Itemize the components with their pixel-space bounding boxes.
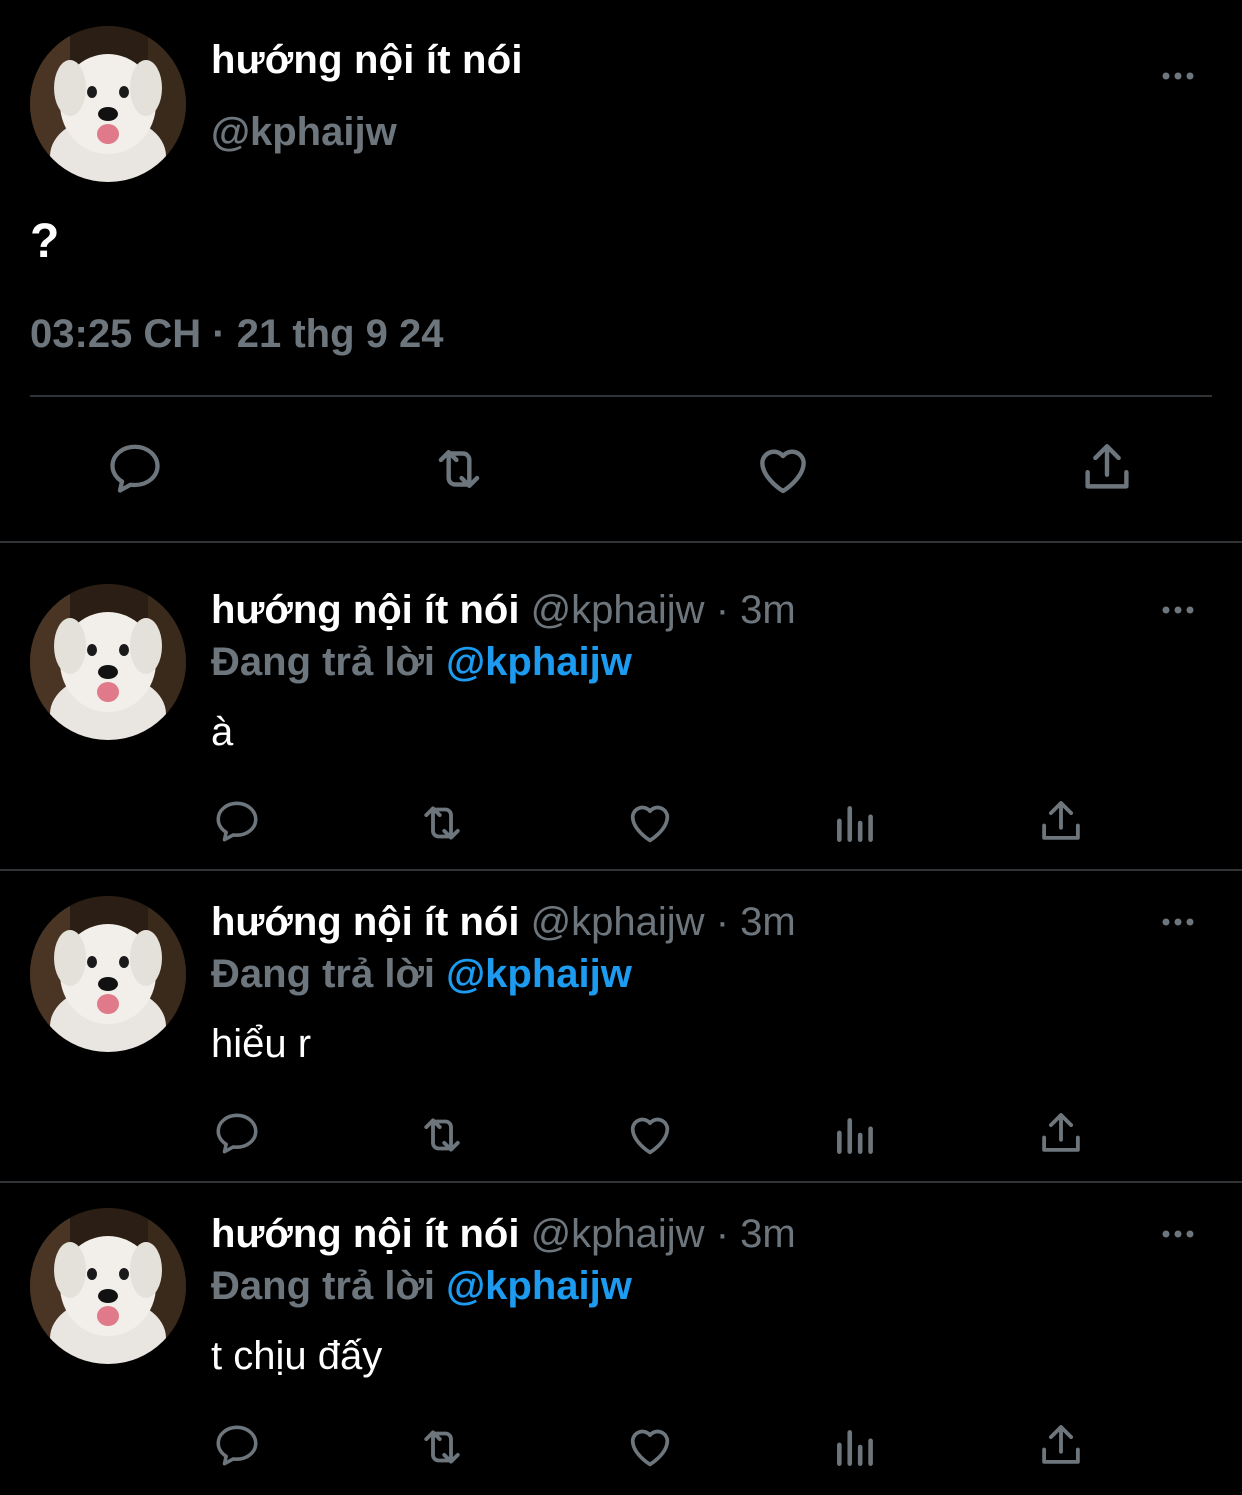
tweet-text: à xyxy=(211,710,234,754)
reply-header: hướng nội ít nói @kphaijw · 3m xyxy=(211,900,796,945)
handle[interactable]: @kphaijw xyxy=(211,110,397,155)
like-icon[interactable] xyxy=(624,1420,676,1472)
reply-icon[interactable] xyxy=(105,438,165,498)
dot-separator: · xyxy=(715,588,730,632)
display-name[interactable]: hướng nội ít nói xyxy=(211,900,519,944)
share-icon[interactable] xyxy=(1034,1106,1088,1160)
reply-header: hướng nội ít nói @kphaijw · 3m xyxy=(211,588,796,633)
share-icon[interactable] xyxy=(1076,436,1138,498)
like-icon[interactable] xyxy=(624,1108,676,1160)
replying-label: Đang trả lời xyxy=(211,1264,436,1308)
dot-separator: · xyxy=(715,900,730,944)
handle[interactable]: @kphaijw xyxy=(531,1212,705,1256)
replying-to: Đang trả lời @kphaijw xyxy=(211,640,632,685)
reply-icon[interactable] xyxy=(212,796,262,846)
mention-link[interactable]: @kphaijw xyxy=(446,640,632,684)
relative-time[interactable]: 3m xyxy=(740,1212,796,1256)
replying-to: Đang trả lời @kphaijw xyxy=(211,952,632,997)
more-options-icon[interactable] xyxy=(1158,1224,1198,1244)
section-divider xyxy=(0,869,1242,871)
retweet-icon[interactable] xyxy=(428,438,490,500)
handle[interactable]: @kphaijw xyxy=(531,900,705,944)
views-icon[interactable] xyxy=(831,798,881,848)
more-options-icon[interactable] xyxy=(1158,912,1198,932)
avatar[interactable] xyxy=(30,1208,186,1364)
retweet-icon[interactable] xyxy=(415,1420,469,1474)
share-icon[interactable] xyxy=(1034,1418,1088,1472)
mention-link[interactable]: @kphaijw xyxy=(446,952,632,996)
reply-icon[interactable] xyxy=(212,1420,262,1470)
display-name[interactable]: hướng nội ít nói xyxy=(211,1212,519,1256)
tweet-text: hiểu r xyxy=(211,1022,312,1066)
relative-time[interactable]: 3m xyxy=(740,588,796,632)
share-icon[interactable] xyxy=(1034,794,1088,848)
views-icon[interactable] xyxy=(831,1110,881,1160)
section-divider xyxy=(0,541,1242,543)
handle[interactable]: @kphaijw xyxy=(531,588,705,632)
retweet-icon[interactable] xyxy=(415,796,469,850)
mention-link[interactable]: @kphaijw xyxy=(446,1264,632,1308)
display-name[interactable]: hướng nội ít nói xyxy=(211,588,519,632)
tweet-text: t chịu đấy xyxy=(211,1334,383,1378)
like-icon[interactable] xyxy=(752,438,814,500)
more-options-icon[interactable] xyxy=(1158,600,1198,620)
divider xyxy=(30,395,1212,397)
retweet-icon[interactable] xyxy=(415,1108,469,1162)
views-icon[interactable] xyxy=(831,1422,881,1472)
replying-label: Đang trả lời xyxy=(211,952,436,996)
tweet-text: ? xyxy=(30,215,60,268)
timestamp[interactable]: 03:25 CH · 21 thg 9 24 xyxy=(30,312,444,357)
section-divider xyxy=(0,1181,1242,1183)
replying-label: Đang trả lời xyxy=(211,640,436,684)
display-name[interactable]: hướng nội ít nói xyxy=(211,38,523,83)
reply-header: hướng nội ít nói @kphaijw · 3m xyxy=(211,1212,796,1257)
reply-icon[interactable] xyxy=(212,1108,262,1158)
like-icon[interactable] xyxy=(624,796,676,848)
replying-to: Đang trả lời @kphaijw xyxy=(211,1264,632,1309)
dot-separator: · xyxy=(715,1212,730,1256)
avatar[interactable] xyxy=(30,896,186,1052)
avatar[interactable] xyxy=(30,26,186,182)
relative-time[interactable]: 3m xyxy=(740,900,796,944)
more-options-icon[interactable] xyxy=(1158,66,1198,86)
avatar[interactable] xyxy=(30,584,186,740)
